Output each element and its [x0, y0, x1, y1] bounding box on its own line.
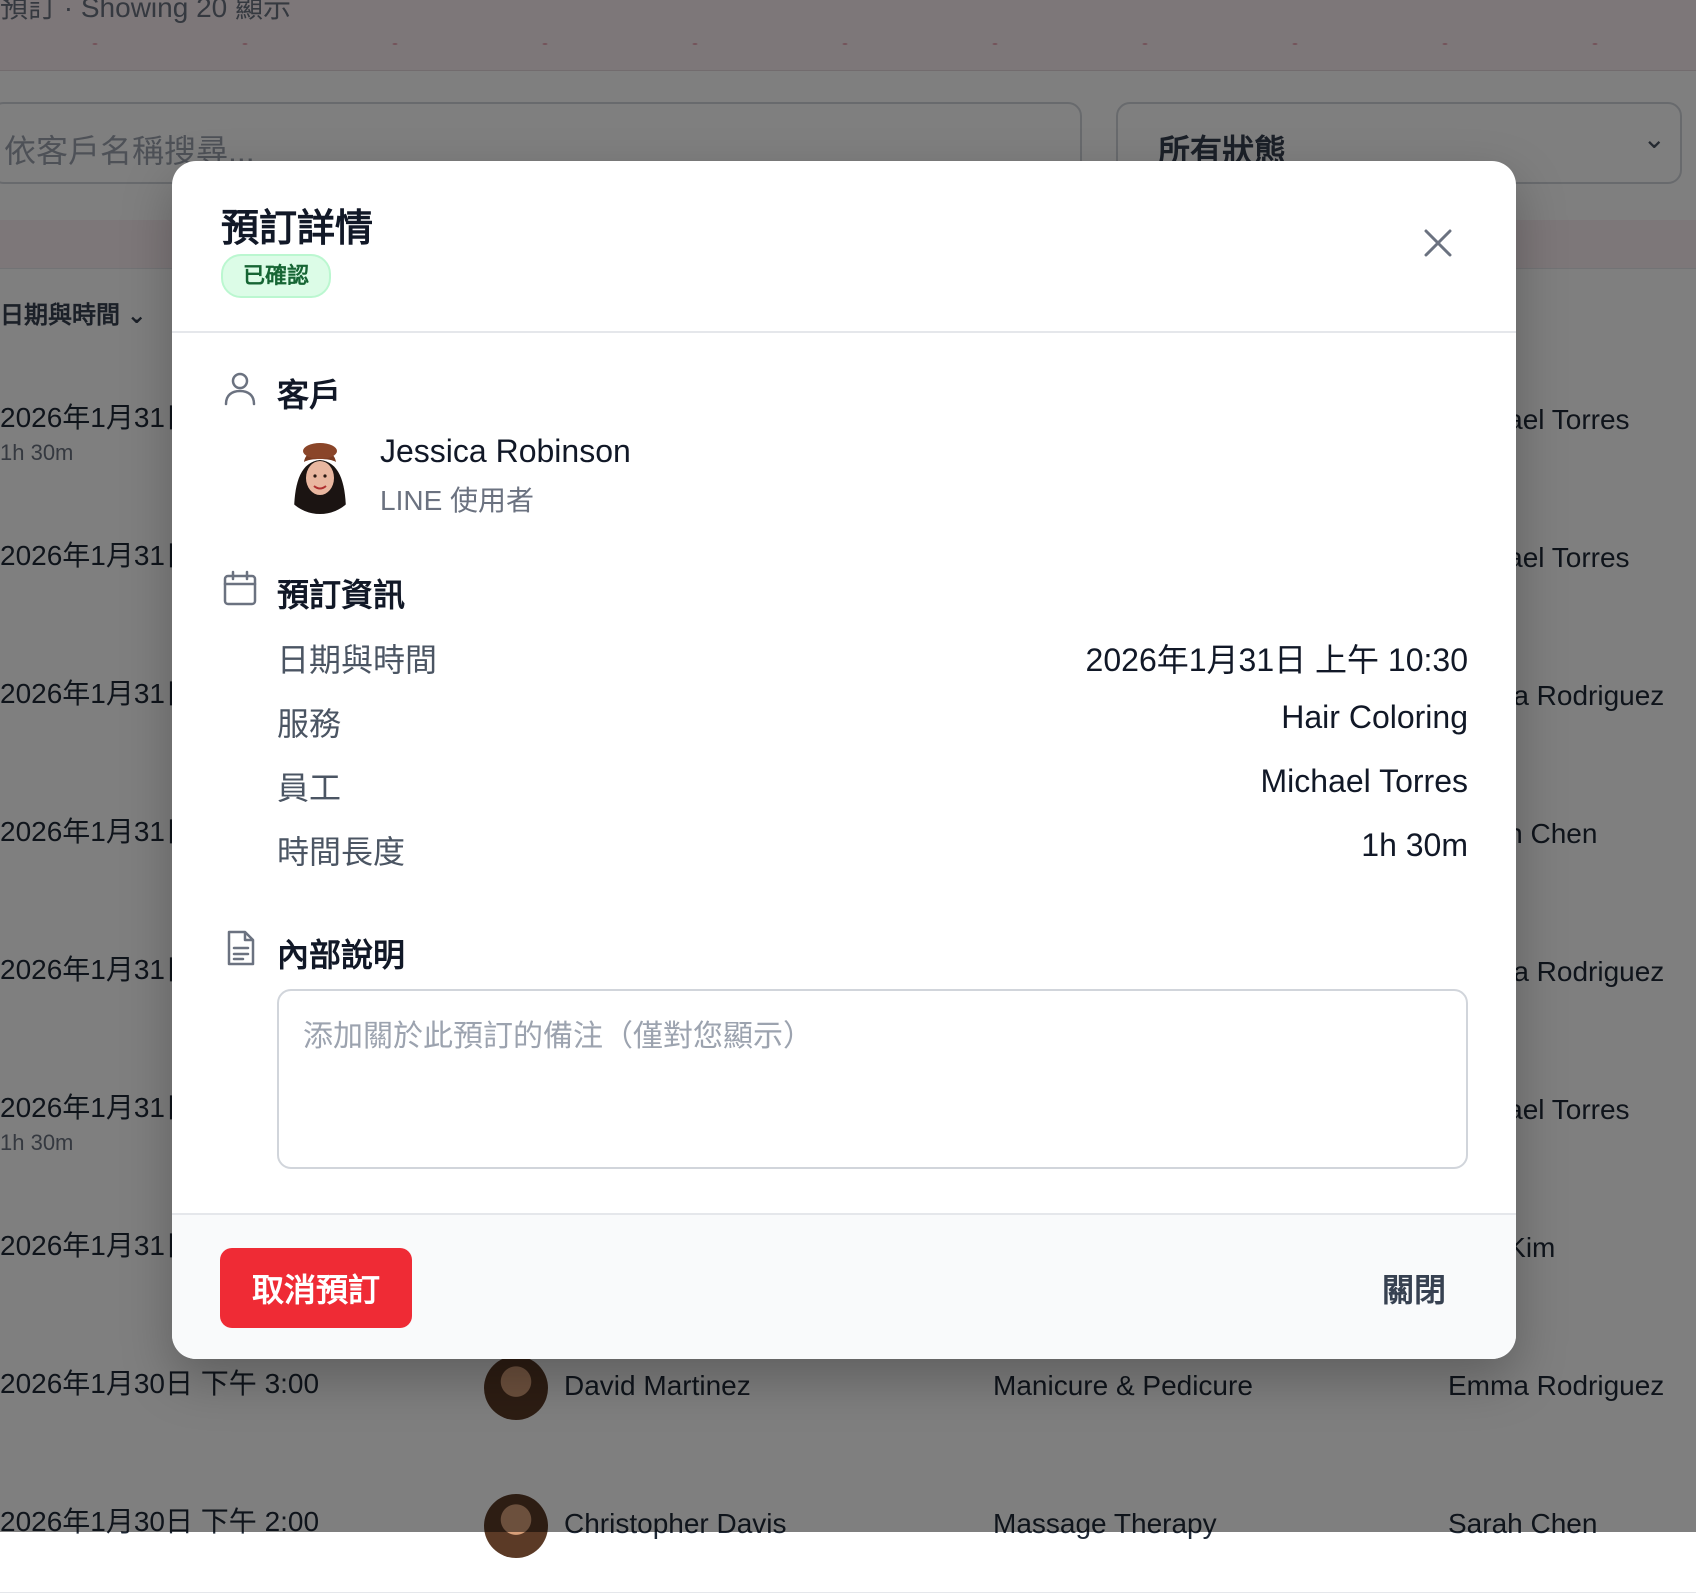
customer-section-title: 客戶: [277, 377, 342, 413]
close-icon[interactable]: [1418, 223, 1458, 263]
internal-notes-input[interactable]: [277, 989, 1468, 1169]
info-value-staff: Michael Torres: [1260, 763, 1468, 799]
customer-source: LINE 使用者: [380, 485, 535, 516]
info-label-staff: 員工: [277, 770, 342, 806]
cancel-booking-button[interactable]: 取消預訂: [220, 1248, 412, 1328]
notes-section-title: 內部說明: [277, 937, 406, 973]
booking-detail-modal: 預訂詳情 已確認 客戶 Jessica Robinson LINE 使用者 預訂…: [172, 161, 1516, 1359]
customer-name: Jessica Robinson: [380, 433, 631, 469]
modal-title: 預訂詳情: [221, 208, 374, 250]
info-label-duration: 時間長度: [277, 834, 406, 870]
info-value-duration: 1h 30m: [1361, 827, 1468, 863]
customer-avatar: [280, 434, 360, 514]
calendar-icon: [221, 569, 259, 607]
modal-footer: 取消預訂 關閉: [172, 1213, 1516, 1359]
status-badge: 已確認: [221, 254, 332, 298]
user-icon: [221, 369, 259, 407]
booking-info-section-title: 預訂資訊: [277, 577, 406, 613]
info-label-service: 服務: [277, 706, 342, 742]
info-label-datetime: 日期與時間: [277, 642, 438, 678]
document-icon: [221, 929, 259, 967]
close-button[interactable]: 關閉: [1354, 1248, 1474, 1328]
info-value-datetime: 2026年1月31日 上午 10:30: [1085, 642, 1468, 678]
info-value-service: Hair Coloring: [1281, 699, 1468, 735]
modal-header: 預訂詳情 已確認: [172, 161, 1516, 333]
